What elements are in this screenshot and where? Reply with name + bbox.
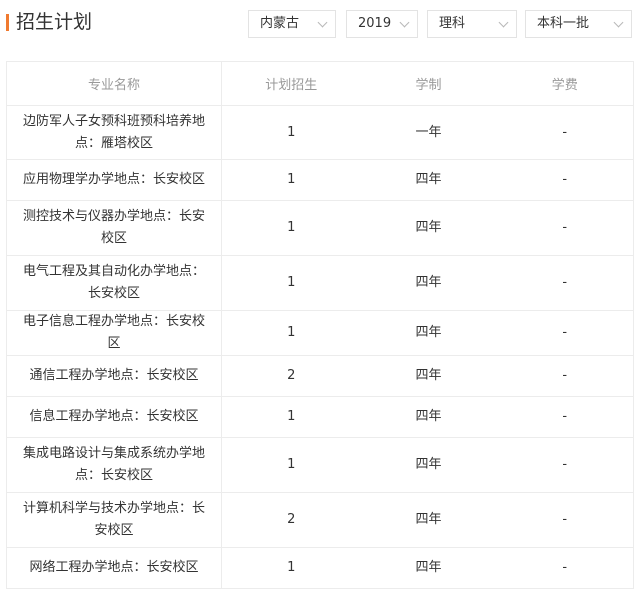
column-header-major: 专业名称 bbox=[6, 61, 222, 106]
fee-cell: - bbox=[496, 547, 634, 589]
plan-cell: 1 bbox=[221, 437, 361, 493]
fee-cell: - bbox=[496, 255, 634, 311]
year-select[interactable]: 2019 bbox=[346, 10, 418, 38]
year-select-value: 2019 bbox=[358, 16, 392, 31]
plan-cell: 1 bbox=[221, 547, 361, 589]
plan-cell: 1 bbox=[221, 105, 361, 160]
section-header: 招生计划 内蒙古 2019 理科 本科一批 bbox=[0, 0, 639, 48]
duration-cell: 四年 bbox=[360, 355, 497, 397]
plan-cell: 2 bbox=[221, 355, 361, 397]
table-row: 测控技术与仪器办学地点：长安校区 1 四年 - bbox=[6, 200, 634, 256]
major-cell: 边防军人子女预科班预科培养地点：雁塔校区 bbox=[6, 105, 222, 160]
plan-cell: 1 bbox=[221, 200, 361, 256]
duration-cell: 四年 bbox=[360, 492, 497, 548]
title-accent-bar bbox=[6, 14, 9, 31]
major-cell: 网络工程办学地点：长安校区 bbox=[6, 547, 222, 589]
fee-cell: - bbox=[496, 355, 634, 397]
province-select-value: 内蒙古 bbox=[260, 16, 300, 31]
major-cell: 电气工程及其自动化办学地点：长安校区 bbox=[6, 255, 222, 311]
column-header-duration: 学制 bbox=[360, 61, 497, 106]
batch-select-value: 本科一批 bbox=[537, 16, 590, 31]
major-cell: 通信工程办学地点：长安校区 bbox=[6, 355, 222, 397]
fee-cell: - bbox=[496, 492, 634, 548]
plan-cell: 1 bbox=[221, 255, 361, 311]
enrollment-plan-table: 专业名称 计划招生 学制 学费 边防军人子女预科班预科培养地点：雁塔校区 1 一… bbox=[6, 61, 634, 589]
fee-cell: - bbox=[496, 159, 634, 201]
major-cell: 应用物理学办学地点：长安校区 bbox=[6, 159, 222, 201]
major-cell: 信息工程办学地点：长安校区 bbox=[6, 396, 222, 438]
table-row: 电子信息工程办学地点：长安校区 1 四年 - bbox=[6, 310, 634, 356]
fee-cell: - bbox=[496, 437, 634, 493]
table-row: 边防军人子女预科班预科培养地点：雁塔校区 1 一年 - bbox=[6, 105, 634, 160]
subject-select-value: 理科 bbox=[439, 16, 466, 31]
duration-cell: 四年 bbox=[360, 310, 497, 356]
fee-cell: - bbox=[496, 310, 634, 356]
province-select[interactable]: 内蒙古 bbox=[248, 10, 336, 38]
fee-cell: - bbox=[496, 200, 634, 256]
plan-cell: 1 bbox=[221, 159, 361, 201]
major-cell: 集成电路设计与集成系统办学地点：长安校区 bbox=[6, 437, 222, 493]
duration-cell: 四年 bbox=[360, 396, 497, 438]
table-header-row: 专业名称 计划招生 学制 学费 bbox=[6, 61, 634, 106]
column-header-fee: 学费 bbox=[496, 61, 634, 106]
table-row: 通信工程办学地点：长安校区 2 四年 - bbox=[6, 355, 634, 397]
duration-cell: 四年 bbox=[360, 437, 497, 493]
section-title: 招生计划 bbox=[16, 11, 93, 33]
chevron-down-icon bbox=[613, 17, 624, 28]
plan-cell: 1 bbox=[221, 310, 361, 356]
duration-cell: 四年 bbox=[360, 255, 497, 311]
major-cell: 电子信息工程办学地点：长安校区 bbox=[6, 310, 222, 356]
table-row: 应用物理学办学地点：长安校区 1 四年 - bbox=[6, 159, 634, 201]
batch-select[interactable]: 本科一批 bbox=[525, 10, 632, 38]
duration-cell: 一年 bbox=[360, 105, 497, 160]
subject-select[interactable]: 理科 bbox=[427, 10, 517, 38]
table-row: 计算机科学与技术办学地点：长安校区 2 四年 - bbox=[6, 492, 634, 548]
fee-cell: - bbox=[496, 105, 634, 160]
fee-cell: - bbox=[496, 396, 634, 438]
duration-cell: 四年 bbox=[360, 547, 497, 589]
duration-cell: 四年 bbox=[360, 159, 497, 201]
major-cell: 测控技术与仪器办学地点：长安校区 bbox=[6, 200, 222, 256]
plan-cell: 1 bbox=[221, 396, 361, 438]
table-row: 电气工程及其自动化办学地点：长安校区 1 四年 - bbox=[6, 255, 634, 311]
plan-cell: 2 bbox=[221, 492, 361, 548]
major-cell: 计算机科学与技术办学地点：长安校区 bbox=[6, 492, 222, 548]
chevron-down-icon bbox=[399, 17, 410, 28]
duration-cell: 四年 bbox=[360, 200, 497, 256]
chevron-down-icon bbox=[498, 17, 509, 28]
table-row: 信息工程办学地点：长安校区 1 四年 - bbox=[6, 396, 634, 438]
table-row: 集成电路设计与集成系统办学地点：长安校区 1 四年 - bbox=[6, 437, 634, 493]
column-header-plan: 计划招生 bbox=[221, 61, 361, 106]
chevron-down-icon bbox=[317, 17, 328, 28]
table-row: 网络工程办学地点：长安校区 1 四年 - bbox=[6, 547, 634, 589]
